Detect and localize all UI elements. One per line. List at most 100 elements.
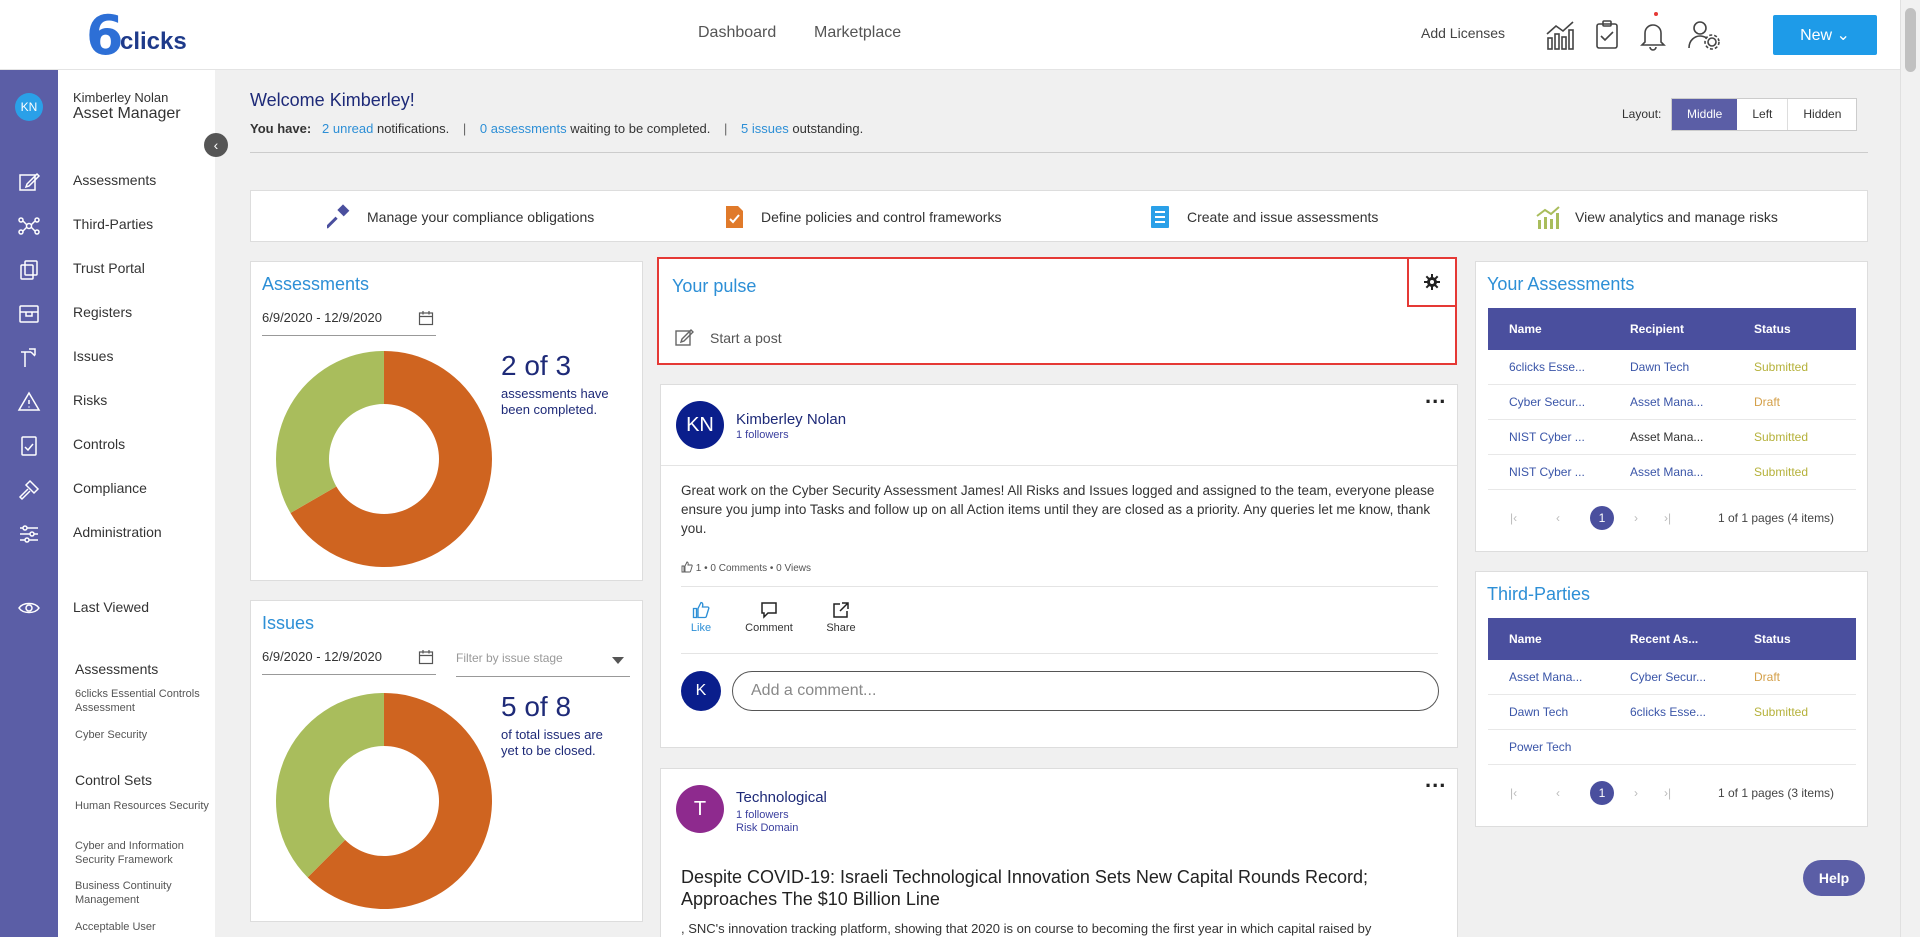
column-header[interactable]: Name [1509, 618, 1542, 660]
warning-icon[interactable] [17, 390, 41, 414]
issues-outstanding-link[interactable]: 5 issues [741, 121, 789, 136]
control-set-item[interactable]: Cyber and Information Security Framework [75, 839, 215, 867]
table-row[interactable]: NIST Cyber ... Asset Mana... Submitted [1488, 420, 1856, 455]
more-options-icon[interactable]: ... [1425, 383, 1446, 409]
column-header[interactable]: Status [1754, 618, 1791, 660]
next-page-icon[interactable]: › [1634, 505, 1638, 531]
row-name[interactable]: Dawn Tech [1509, 695, 1568, 730]
row-name[interactable]: Power Tech [1509, 730, 1571, 765]
first-page-icon[interactable]: |‹ [1510, 505, 1517, 531]
feature-policies[interactable]: Define policies and control frameworks [721, 205, 1001, 229]
row-recent-assessment[interactable]: Cyber Secur... [1630, 660, 1706, 695]
help-button[interactable]: Help [1803, 860, 1865, 896]
collapse-sidebar-button[interactable]: ‹ [204, 133, 228, 157]
row-name[interactable]: Cyber Secur... [1509, 385, 1585, 420]
row-name[interactable]: NIST Cyber ... [1509, 455, 1585, 490]
gavel-icon[interactable] [17, 478, 41, 502]
column-header[interactable]: Status [1754, 308, 1791, 350]
sidebar-item-registers[interactable]: Registers [73, 304, 132, 320]
logo[interactable]: 6 clicks [86, 9, 196, 63]
assessments-waiting-link[interactable]: 0 assessments [480, 121, 567, 136]
first-page-icon[interactable]: |‹ [1510, 780, 1517, 806]
comment-input[interactable]: Add a comment... [732, 671, 1439, 711]
recent-assessment-item[interactable]: 6clicks Essential Controls Assessment [75, 687, 215, 715]
sidebar-item-compliance[interactable]: Compliance [73, 480, 147, 496]
clipboard-check-icon[interactable] [1590, 18, 1624, 52]
nav-dashboard[interactable]: Dashboard [698, 24, 776, 42]
sidebar-item-risks[interactable]: Risks [73, 392, 107, 408]
table-row[interactable]: NIST Cyber ... Asset Mana... Submitted [1488, 455, 1856, 490]
issue-stage-filter[interactable]: Filter by issue stage [456, 651, 630, 677]
column-header[interactable]: Name [1509, 308, 1542, 350]
comment-button[interactable]: Comment [739, 601, 799, 634]
post-author[interactable]: Technological [736, 789, 827, 806]
more-options-icon[interactable]: ... [1425, 767, 1446, 793]
avatar[interactable]: KN [15, 93, 43, 121]
last-page-icon[interactable]: ›| [1664, 505, 1671, 531]
scroll-thumb[interactable] [1905, 8, 1916, 72]
sidebar-item-issues[interactable]: Issues [73, 348, 113, 364]
date-range-picker[interactable]: 6/9/2020 - 12/9/2020 [262, 310, 436, 336]
next-page-icon[interactable]: › [1634, 780, 1638, 806]
issues-icon[interactable] [17, 346, 41, 370]
sliders-icon[interactable] [17, 522, 41, 546]
control-set-item[interactable]: Business Continuity Management [75, 879, 215, 907]
avatar[interactable]: T [676, 785, 724, 833]
feature-assessments[interactable]: Create and issue assessments [1147, 205, 1378, 229]
sidebar-item-assessments[interactable]: Assessments [73, 172, 156, 188]
eye-icon[interactable] [17, 596, 41, 620]
nav-marketplace[interactable]: Marketplace [814, 24, 901, 42]
sidebar-item-third-parties[interactable]: Third-Parties [73, 216, 153, 232]
layout-option-hidden[interactable]: Hidden [1787, 99, 1856, 130]
controls-icon[interactable] [17, 434, 41, 458]
new-button[interactable]: New ⌄ [1773, 15, 1877, 55]
control-set-item[interactable]: Human Resources Security [75, 799, 215, 813]
avatar[interactable]: KN [676, 401, 724, 449]
unread-notifications-link[interactable]: 2 unread [322, 121, 373, 136]
table-row[interactable]: Dawn Tech 6clicks Esse... Submitted [1488, 695, 1856, 730]
row-name[interactable]: NIST Cyber ... [1509, 420, 1585, 455]
feature-analytics[interactable]: View analytics and manage risks [1535, 205, 1778, 229]
user-settings-icon[interactable] [1687, 18, 1721, 52]
column-header[interactable]: Recent As... [1630, 618, 1698, 660]
table-row[interactable]: 6clicks Esse... Dawn Tech Submitted [1488, 350, 1856, 385]
table-row[interactable]: Power Tech [1488, 730, 1856, 765]
row-name[interactable]: 6clicks Esse... [1509, 350, 1585, 385]
row-recent-assessment[interactable]: 6clicks Esse... [1630, 695, 1706, 730]
table-row[interactable]: Asset Mana... Cyber Secur... Draft [1488, 660, 1856, 695]
bell-icon[interactable] [1636, 18, 1670, 52]
prev-page-icon[interactable]: ‹ [1556, 780, 1560, 806]
layout-option-middle[interactable]: Middle [1672, 99, 1738, 130]
add-licenses-link[interactable]: Add Licenses [1421, 25, 1505, 41]
last-page-icon[interactable]: ›| [1664, 780, 1671, 806]
network-icon[interactable] [17, 214, 41, 238]
layout-option-left[interactable]: Left [1737, 99, 1787, 130]
sidebar-item-controls[interactable]: Controls [73, 436, 125, 452]
feature-compliance[interactable]: Manage your compliance obligations [327, 204, 594, 229]
sidebar-item-last-viewed[interactable]: Last Viewed [73, 599, 149, 615]
edit-icon[interactable] [17, 170, 41, 194]
pulse-settings-button[interactable] [1407, 257, 1457, 307]
register-icon[interactable] [17, 302, 41, 326]
row-name[interactable]: Asset Mana... [1509, 660, 1582, 695]
post-headline[interactable]: Despite COVID-19: Israeli Technological … [681, 866, 1441, 910]
table-row[interactable]: Cyber Secur... Asset Mana... Draft [1488, 385, 1856, 420]
control-set-item[interactable]: Acceptable User [75, 920, 215, 934]
share-button[interactable]: Share [811, 601, 871, 634]
page-number[interactable]: 1 [1590, 781, 1614, 805]
prev-page-icon[interactable]: ‹ [1556, 505, 1560, 531]
page-scrollbar[interactable] [1900, 0, 1920, 937]
column-header[interactable]: Recipient [1630, 308, 1684, 350]
start-post-input[interactable]: Start a post [710, 330, 782, 346]
analytics-icon[interactable] [1543, 18, 1577, 52]
sidebar-item-trust-portal[interactable]: Trust Portal [73, 260, 145, 276]
calendar-icon[interactable] [418, 649, 434, 665]
page-number[interactable]: 1 [1590, 506, 1614, 530]
post-author[interactable]: Kimberley Nolan [736, 411, 846, 428]
portal-icon[interactable] [17, 258, 41, 282]
sidebar-item-administration[interactable]: Administration [73, 524, 162, 540]
row-recipient[interactable]: Asset Mana... [1630, 455, 1703, 490]
recent-assessment-item[interactable]: Cyber Security [75, 728, 215, 742]
calendar-icon[interactable] [418, 310, 434, 326]
like-button[interactable]: Like [671, 601, 731, 634]
